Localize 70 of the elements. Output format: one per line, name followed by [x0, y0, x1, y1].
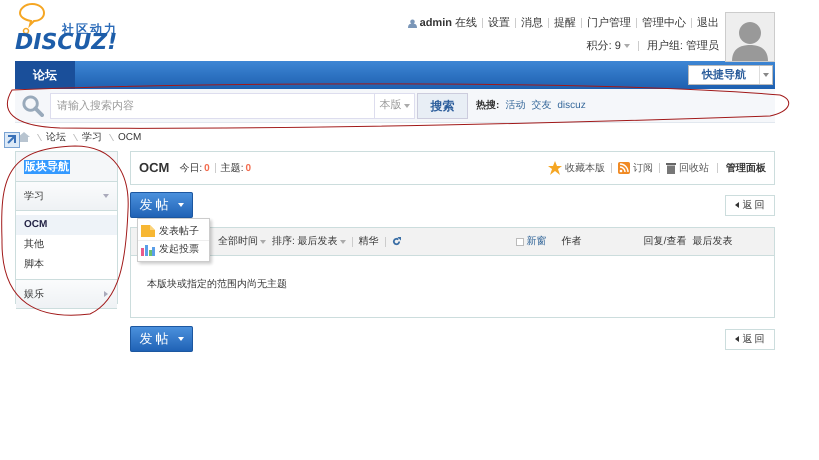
caret-icon: [404, 102, 410, 108]
empty-message: 本版块或指定的范围内尚无主题: [147, 279, 287, 290]
quick-nav-button[interactable]: 快捷导航: [688, 65, 773, 85]
user-menu-link[interactable]: 退出: [697, 15, 719, 32]
forum-name: OCM: [139, 159, 170, 178]
column-header: 回复/查看: [644, 234, 686, 249]
forum-action-link[interactable]: 收藏本版: [548, 160, 605, 176]
post-button[interactable]: 发帖: [130, 326, 193, 352]
search-icon: [21, 94, 44, 117]
points-link[interactable]: 积分: 9: [586, 38, 621, 54]
search-button[interactable]: 搜索: [417, 92, 468, 118]
post-menu-item[interactable]: 发起投票: [138, 240, 209, 258]
sidebar-item[interactable]: 其他: [16, 235, 117, 255]
sort-filter[interactable]: 排序: 最后发表: [272, 234, 338, 249]
user-group: 用户组: 管理员: [646, 38, 719, 54]
column-header: 最后发表: [692, 234, 732, 249]
sidebar-item[interactable]: OCM: [16, 215, 117, 235]
user-icon: [408, 18, 417, 28]
caret-icon: [763, 72, 769, 78]
trash-icon: [666, 162, 676, 174]
sidebar-item[interactable]: 脚本: [16, 255, 117, 275]
new-window-checkbox[interactable]: 新窗: [516, 234, 547, 249]
sidebar-title: 版块导航: [24, 160, 70, 174]
back-button[interactable]: 返回: [725, 328, 775, 350]
hot-search-label: 热搜:: [476, 98, 500, 113]
threads-label: 主题:: [220, 162, 244, 176]
back-button[interactable]: 返回: [725, 194, 775, 216]
post-menu-item[interactable]: 发表帖子: [138, 222, 209, 240]
document-icon: [141, 225, 155, 237]
admin-panel-link[interactable]: 管理面板: [726, 160, 766, 176]
user-menu-link[interactable]: 门户管理: [587, 15, 631, 32]
user-menu-link[interactable]: 消息: [521, 15, 543, 32]
user-menu-link[interactable]: 管理中心: [642, 15, 686, 32]
time-filter[interactable]: 全部时间: [218, 234, 258, 249]
caret-icon: [178, 336, 184, 342]
refresh-icon[interactable]: [392, 237, 401, 246]
column-header: 作者: [562, 234, 582, 249]
today-count: 0: [204, 162, 210, 176]
forum-action-link[interactable]: 订阅: [618, 160, 653, 176]
rss-icon: [618, 162, 630, 174]
threads-count: 0: [245, 162, 252, 176]
user-menu-link[interactable]: 提醒: [554, 15, 576, 32]
post-button[interactable]: 发帖: [130, 192, 193, 218]
breadcrumb-link[interactable]: 学习: [82, 130, 102, 144]
caret-icon: [178, 202, 184, 208]
user-menu-link[interactable]: 设置: [488, 15, 510, 32]
today-label: 今日:: [179, 162, 202, 176]
back-arrow-icon: [734, 336, 740, 342]
back-arrow-icon: [734, 202, 740, 208]
online-status: 在线: [455, 16, 477, 31]
expand-icon[interactable]: [4, 132, 20, 148]
breadcrumb-link[interactable]: OCM: [118, 130, 142, 144]
caret-icon: [260, 238, 266, 244]
hot-search-link[interactable]: 活动: [505, 98, 526, 113]
digest-filter[interactable]: 精华: [358, 234, 379, 249]
hot-search-link[interactable]: 交友: [531, 98, 552, 113]
avatar[interactable]: [725, 12, 775, 62]
sidebar-group[interactable]: 娱乐: [16, 280, 117, 309]
bar-chart-icon: [141, 244, 155, 256]
sidebar-group[interactable]: 学习: [16, 182, 117, 211]
username-link[interactable]: admin: [420, 15, 452, 32]
forum-action-link[interactable]: 回收站: [666, 160, 709, 176]
caret-icon: [624, 42, 630, 49]
hot-search-link[interactable]: discuz: [557, 98, 586, 113]
nav-tab[interactable]: 论坛: [15, 61, 75, 89]
caret-icon: [340, 238, 346, 244]
breadcrumb-link[interactable]: 论坛: [46, 130, 66, 144]
star-icon: [548, 161, 562, 175]
search-field[interactable]: 请输入搜索内容: [50, 92, 375, 118]
home-icon[interactable]: [18, 131, 30, 143]
